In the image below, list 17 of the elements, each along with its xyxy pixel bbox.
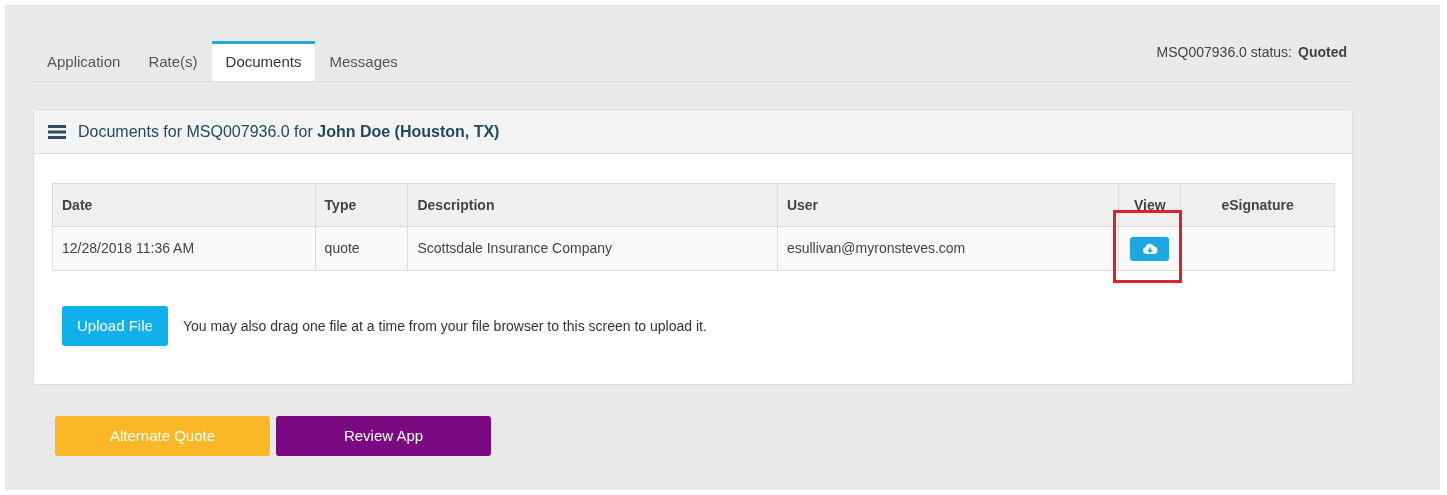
action-button[interactable]: Review App <box>276 416 491 456</box>
download-button[interactable] <box>1130 236 1170 261</box>
status-label: MSQ007936.0 status: <box>1156 43 1292 62</box>
cloud-download-icon <box>1141 242 1158 255</box>
tab[interactable]: Documents <box>211 41 316 81</box>
table-cell: esullivan@myronsteves.com <box>777 227 1120 270</box>
list-icon <box>48 124 66 139</box>
tab[interactable]: Rate(s) <box>134 41 212 81</box>
table-cell: quote <box>315 227 409 270</box>
table-cell: Scottsdale Insurance Company <box>408 227 778 270</box>
upload-hint: You may also drag one file at a time from your file browser to this screen to upload it. <box>182 316 707 336</box>
panel-title: Documents for MSQ007936.0 for John Doe (Houston, TX) <box>78 121 500 142</box>
tab[interactable]: Messages <box>315 41 412 81</box>
tab[interactable]: Application <box>33 41 135 81</box>
status-value: Quoted <box>1298 43 1347 62</box>
column-header: eSignature <box>1220 195 1295 215</box>
table-cell: 12/28/2018 11:36 AM <box>53 227 316 270</box>
